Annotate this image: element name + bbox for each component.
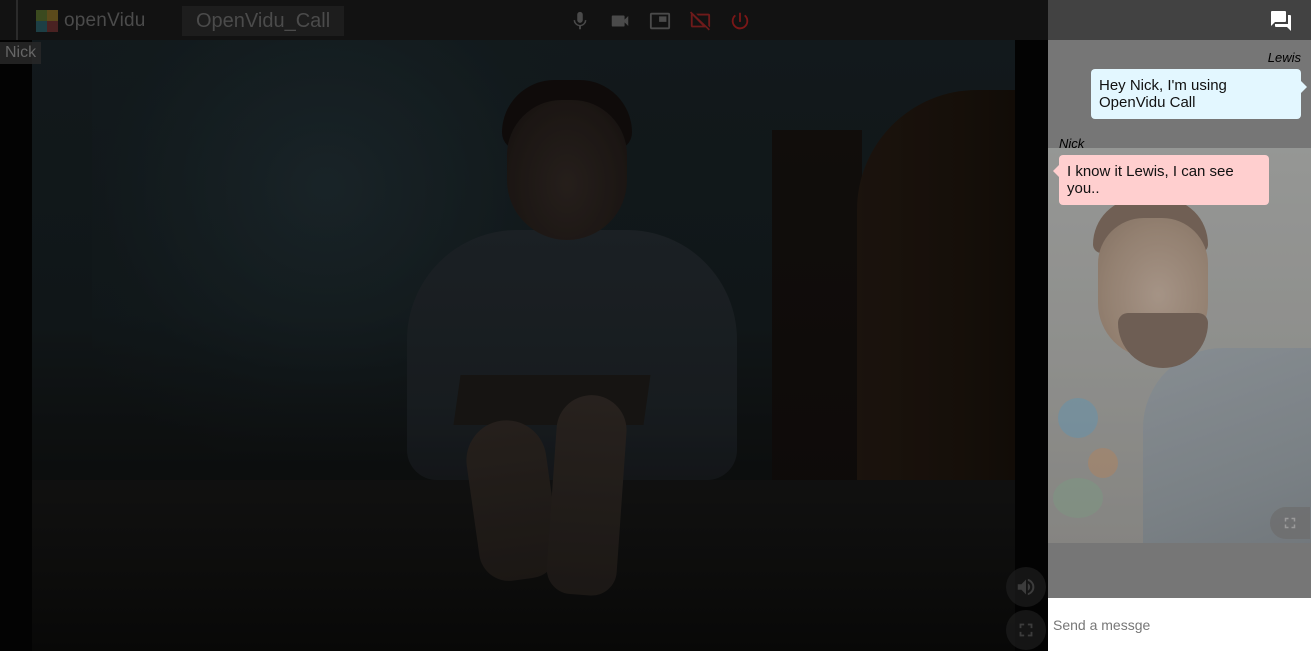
local-video-fullscreen-button[interactable] [1270,507,1310,539]
participant-nickname: Nick [0,42,42,64]
power-icon [731,12,749,30]
session-title: OpenVidu_Call [182,6,345,36]
fullscreen-icon [1019,623,1033,637]
chat-input-bar [1048,598,1311,651]
screen-share-off-icon [689,11,711,31]
chat-message-lewis: Hey Nick, I'm using OpenVidu Call [1091,69,1307,119]
leave-session-button[interactable] [720,8,760,34]
mic-button[interactable] [560,8,600,34]
stop-screen-share-button[interactable] [680,8,720,34]
chat-icon [1271,11,1291,31]
video-stream-nick [32,40,1015,651]
top-toolbar: openVidu OpenVidu_Call [0,0,1048,40]
message-sender-lewis: Lewis [1267,50,1301,65]
videocam-icon [611,15,629,27]
screen-share-button[interactable] [640,8,680,34]
volume-up-icon [1017,578,1035,596]
app-root: Nick openVidu OpenVidu_Call Lewis Hey Ni… [0,0,1311,651]
fullscreen-icon [1284,517,1296,529]
media-controls [560,8,760,34]
mic-icon [573,11,587,30]
toolbar-divider [16,0,18,40]
openvidu-logo[interactable]: openVidu [36,9,146,33]
chat-message-nick: I know it Lewis, I can see you.. [1053,155,1269,205]
chat-toggle-button[interactable] [1269,9,1293,33]
camera-button[interactable] [600,8,640,34]
message-sender-nick: Nick [1059,136,1085,151]
chat-panel: Lewis Hey Nick, I'm using OpenVidu Call … [1048,0,1311,651]
main-video: Nick [0,0,1048,651]
local-video-lewis [1048,148,1311,543]
fullscreen-button[interactable] [1006,610,1046,650]
openvidu-logo-icon [36,10,58,32]
screen-share-icon [649,12,671,30]
chat-header [1048,0,1311,40]
volume-button[interactable] [1006,567,1046,607]
logo-text: openVidu [64,10,146,31]
chat-message-input[interactable] [1048,598,1311,651]
